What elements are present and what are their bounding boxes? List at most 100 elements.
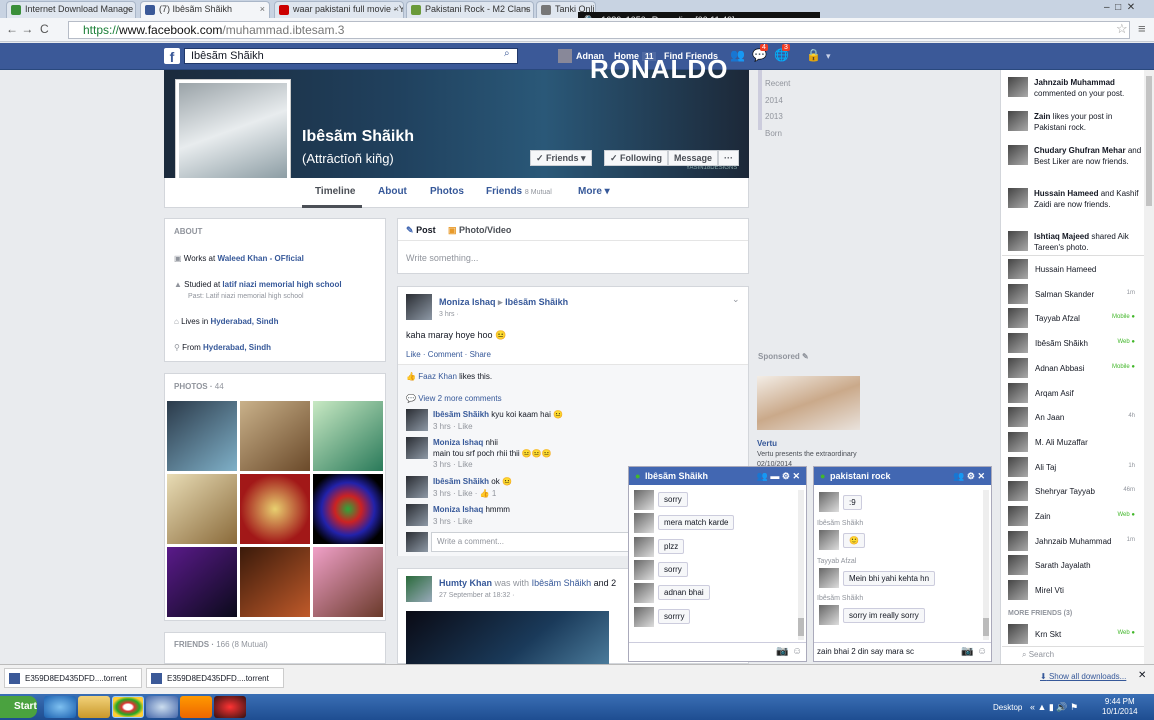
avatar[interactable] bbox=[406, 476, 428, 498]
friends-button[interactable]: ✓ Friends ▾ bbox=[530, 150, 592, 166]
network-icon[interactable] bbox=[146, 696, 178, 718]
chat-list-item[interactable]: Shehryar Tayyab 46m bbox=[1035, 487, 1135, 496]
avatar[interactable] bbox=[406, 409, 428, 431]
post-time[interactable]: 27 September at 18:32 · bbox=[439, 592, 515, 599]
chrome-icon[interactable] bbox=[112, 696, 144, 718]
chat-list-item[interactable]: M. Ali Muzaffar bbox=[1035, 438, 1135, 447]
composer-photo-tab[interactable]: ▣ Photo/Video bbox=[448, 225, 511, 236]
avatar[interactable] bbox=[1008, 530, 1028, 551]
close-icon[interactable]: × bbox=[394, 2, 399, 17]
chevron-down-icon[interactable]: ⌄ bbox=[732, 294, 740, 305]
folder-icon[interactable] bbox=[78, 696, 110, 718]
avatar[interactable] bbox=[1008, 111, 1028, 131]
scrollbar-thumb[interactable] bbox=[1146, 76, 1152, 206]
chat-list-item[interactable]: Tayyab Afzal Mobile ● bbox=[1035, 314, 1135, 323]
following-button[interactable]: ✓ Following bbox=[604, 150, 669, 166]
chat-list-item[interactable]: Ibêsãm Shãikh Web ● bbox=[1035, 339, 1135, 348]
post-actions[interactable]: Like · Comment · Share bbox=[406, 350, 491, 359]
ticker-item[interactable]: Chudary Ghufran Mehar and Best Liker are… bbox=[1034, 145, 1142, 167]
chat-list-item[interactable]: Krn Skt Web ● bbox=[1035, 630, 1135, 639]
timeline-years[interactable]: Recent 2014 2013 Born bbox=[765, 76, 790, 142]
chat-controls-icons[interactable]: 👥 ▬ ⚙ ✕ bbox=[757, 467, 800, 485]
close-icon[interactable]: × bbox=[126, 2, 131, 17]
back-forward-reload-icons[interactable]: ← → C bbox=[6, 22, 49, 36]
download-item[interactable]: E359D8ED435DFD....torrent bbox=[146, 668, 284, 688]
avatar[interactable] bbox=[1008, 77, 1028, 97]
avatar[interactable] bbox=[406, 576, 432, 602]
friends-title[interactable]: FRIENDS · 166 (8 Mutual) bbox=[174, 640, 268, 649]
photo-thumbnail[interactable] bbox=[240, 547, 310, 617]
chat-list-item[interactable]: Ali Taj 1h bbox=[1035, 463, 1135, 472]
photo-thumbnail[interactable] bbox=[240, 474, 310, 544]
tab-friends[interactable]: Friends 8 Mutual bbox=[486, 186, 552, 197]
ad-brand[interactable]: Vertu bbox=[757, 439, 777, 448]
chat-list-item[interactable]: Arqam Asif bbox=[1035, 389, 1135, 398]
avatar[interactable] bbox=[558, 49, 572, 63]
avatar[interactable] bbox=[406, 294, 432, 320]
avatar[interactable] bbox=[406, 504, 428, 526]
address-bar[interactable]: https://www.facebook.com/muhammad.ibtesa… bbox=[68, 21, 1130, 39]
avatar[interactable] bbox=[1008, 407, 1028, 428]
settings-chevron-icon[interactable]: ▾ bbox=[826, 51, 840, 65]
star-icon[interactable]: ☆ bbox=[1116, 21, 1128, 37]
avatar[interactable] bbox=[1008, 555, 1028, 576]
avatar[interactable] bbox=[1008, 456, 1028, 477]
photo-thumbnail[interactable] bbox=[167, 547, 237, 617]
browser-tab[interactable]: Pakistani Rock - M2 Clans - T × bbox=[406, 1, 534, 18]
photo-thumbnail[interactable] bbox=[240, 401, 310, 471]
scrollbar-thumb[interactable] bbox=[798, 618, 804, 636]
avatar[interactable] bbox=[1008, 382, 1028, 403]
chat-search-input[interactable]: ⌕ Search bbox=[1002, 646, 1144, 664]
photo-thumbnail[interactable] bbox=[167, 474, 237, 544]
scrollbar-thumb[interactable] bbox=[983, 618, 989, 636]
avatar[interactable] bbox=[1008, 506, 1028, 526]
search-icon[interactable]: ⌕ bbox=[504, 48, 510, 59]
message-button[interactable]: Message bbox=[668, 150, 719, 166]
facebook-logo[interactable]: f bbox=[164, 48, 180, 65]
comment-input[interactable]: Write a comment... bbox=[431, 532, 631, 552]
vlc-icon[interactable] bbox=[180, 696, 212, 718]
download-item[interactable]: E359D8ED435DFD....torrent bbox=[4, 668, 142, 688]
avatar[interactable] bbox=[819, 605, 839, 625]
window-controls[interactable]: – □ ✕ bbox=[1104, 2, 1135, 13]
avatar[interactable] bbox=[1008, 624, 1028, 644]
ticker-item[interactable]: Ishtiaq Majeed shared Aik Tareen's photo… bbox=[1034, 231, 1142, 253]
avatar[interactable] bbox=[1008, 308, 1028, 329]
photo-thumbnail[interactable] bbox=[167, 401, 237, 471]
post-time[interactable]: 3 hrs · bbox=[439, 311, 459, 318]
show-all-downloads-link[interactable]: ⬇ Show all downloads... bbox=[1040, 672, 1126, 681]
messages-icon[interactable]: 💬 4 bbox=[752, 44, 768, 62]
friend-requests-icon[interactable]: 👥 bbox=[730, 48, 745, 62]
avatar[interactable] bbox=[1008, 357, 1028, 378]
photo-thumbnail[interactable] bbox=[313, 547, 383, 617]
avatar[interactable] bbox=[1008, 231, 1028, 251]
photo-thumbnail[interactable] bbox=[313, 401, 383, 471]
camera-icon[interactable]: 📷 bbox=[961, 646, 973, 657]
ticker-item[interactable]: Hussain Hameed and Kashif Zaidi are now … bbox=[1034, 188, 1142, 210]
chat-list-item[interactable]: Jahnzaib Muhammad 1m bbox=[1035, 537, 1135, 546]
chat-input[interactable] bbox=[629, 643, 769, 661]
avatar[interactable] bbox=[819, 492, 839, 512]
avatar[interactable] bbox=[1008, 283, 1028, 304]
close-icon[interactable]: × bbox=[260, 2, 265, 17]
search-input[interactable]: Ibêsãm Shãikh bbox=[184, 48, 518, 64]
avatar[interactable] bbox=[406, 437, 428, 459]
close-icon[interactable]: ✕ bbox=[1138, 670, 1146, 681]
chat-list-item[interactable]: An Jaan 4h bbox=[1035, 413, 1135, 422]
desktop-toolbar[interactable]: Desktop bbox=[993, 703, 1022, 712]
tab-photos[interactable]: Photos bbox=[430, 186, 464, 197]
chat-list-item[interactable]: Mirel Vti bbox=[1035, 586, 1135, 595]
camera-icon[interactable]: 📷 bbox=[776, 646, 788, 657]
tab-timeline[interactable]: Timeline bbox=[315, 186, 355, 197]
ad-image[interactable] bbox=[757, 376, 860, 430]
tray-icons[interactable]: « ▲ ▮ 🔊 ⚑ bbox=[1030, 702, 1078, 713]
tab-more[interactable]: More ▾ bbox=[578, 186, 610, 197]
chat-input[interactable]: zain bhai 2 din say mara sc bbox=[817, 647, 914, 656]
emoji-icon[interactable]: ☺ bbox=[977, 646, 987, 657]
chat-header[interactable]: pakistani rock ● 👥 ⚙ ✕ bbox=[814, 467, 991, 485]
composer-input[interactable]: Write something... bbox=[406, 253, 478, 263]
browser-tab[interactable]: waar pakistani full movie - Yo × bbox=[274, 1, 404, 18]
avatar[interactable] bbox=[1008, 188, 1028, 208]
avatar[interactable] bbox=[1008, 145, 1028, 165]
more-options-button[interactable]: ··· bbox=[718, 150, 739, 166]
